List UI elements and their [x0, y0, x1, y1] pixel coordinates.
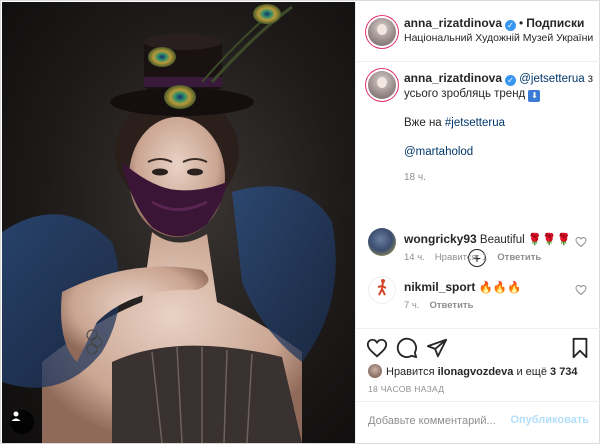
download-badge-icon: ⬇ [528, 90, 541, 102]
likes-summary[interactable]: Нравится ilonagvozdeva и ещё 3 734 [368, 364, 578, 378]
photo-illustration [2, 4, 336, 443]
add-comment-bar: Опубликовать [356, 401, 600, 441]
post-caption: anna_rizatdinova ✓ @jetsetterua з усього … [356, 63, 600, 267]
header-title-line: anna_rizatdinova ✓ • Подписки [404, 16, 584, 31]
comment-icon[interactable] [396, 337, 418, 359]
caption-mention-martaholod[interactable]: @martaholod [404, 146, 473, 158]
comment-text: wongricky93 Beautiful 🌹🌹🌹 [404, 232, 571, 246]
likes-prefix: Нравится [386, 366, 438, 378]
comment-avatar[interactable] [368, 276, 396, 304]
caption-text: anna_rizatdinova ✓ @jetsetterua з усього … [404, 71, 594, 185]
user-tag-icon [11, 411, 21, 421]
post-header: anna_rizatdinova ✓ • Подписки Національний … [356, 2, 600, 62]
comment-time: 14 ч. [404, 252, 425, 263]
separator-dot: • [519, 16, 524, 30]
comment-author[interactable]: nikmil_sport [404, 280, 475, 294]
comment-reply-button[interactable]: Ответить [430, 300, 474, 311]
post-modal: anna_rizatdinova ✓ • Подписки Національний … [0, 0, 600, 444]
follow-button[interactable]: Подписки [526, 16, 584, 30]
runner-avatar-icon [377, 279, 387, 296]
comment-time: 7 ч. [404, 300, 420, 311]
caption-author-username[interactable]: anna_rizatdinova [404, 71, 502, 85]
post-sidebar: anna_rizatdinova ✓ • Подписки Національний … [355, 2, 600, 443]
verified-badge-icon: ✓ [505, 20, 517, 31]
comment-emoji: 🔥🔥🔥 [478, 282, 522, 294]
comment-like-heart-icon[interactable] [575, 236, 587, 248]
comment-text: nikmil_sport 🔥🔥🔥 [404, 280, 522, 294]
likes-count[interactable]: 3 734 [550, 366, 578, 378]
caption-verified-badge-icon: ✓ [505, 75, 517, 86]
caption-prefix: Вже на [404, 117, 445, 129]
caption-paragraph-2: Вже на #jetsetterua [404, 116, 594, 131]
comment-like-heart-icon[interactable] [575, 284, 587, 296]
caption-hashtag[interactable]: #jetsetterua [445, 117, 505, 129]
user-tag-button[interactable] [10, 410, 34, 434]
author-username[interactable]: anna_rizatdinova [404, 16, 502, 30]
comment-meta: 14 ч. Нравится: 1 Ответить [404, 252, 551, 263]
publish-button[interactable]: Опубликовать [510, 414, 589, 426]
caption-time: 18 ч. [404, 172, 426, 183]
comment-emoji: 🌹🌹🌹 [527, 234, 571, 246]
heart-icon[interactable] [366, 337, 388, 359]
liker-username[interactable]: ilonagvozdeva [438, 366, 514, 378]
post-actions: Нравится ilonagvozdeva и ещё 3 734 18 ЧА… [356, 328, 600, 438]
caption-mention-jetsetterua[interactable]: @jetsetterua [519, 73, 584, 85]
post-timestamp: 18 ЧАСОВ НАЗАД [368, 384, 445, 394]
caption-author-avatar[interactable] [368, 71, 396, 99]
post-photo[interactable] [2, 2, 355, 443]
liker-avatar [368, 364, 382, 378]
comment-meta: 7 ч. Ответить [404, 300, 483, 311]
comment-likes[interactable]: Нравится: 1 [435, 252, 487, 263]
comment-reply-button[interactable]: Ответить [497, 252, 541, 263]
bookmark-icon[interactable] [569, 337, 591, 359]
share-icon[interactable] [426, 337, 448, 359]
likes-middle: и ещё [513, 366, 551, 378]
caption-paragraph-3: @martaholod [404, 145, 594, 160]
comment-author[interactable]: wongricky93 [404, 232, 477, 246]
comment-input[interactable] [368, 412, 518, 430]
comment-avatar[interactable] [368, 228, 396, 256]
author-avatar[interactable] [368, 18, 396, 46]
comment-body: Beautiful [479, 234, 525, 246]
post-location[interactable]: Національний Художній Музей України [404, 32, 593, 44]
